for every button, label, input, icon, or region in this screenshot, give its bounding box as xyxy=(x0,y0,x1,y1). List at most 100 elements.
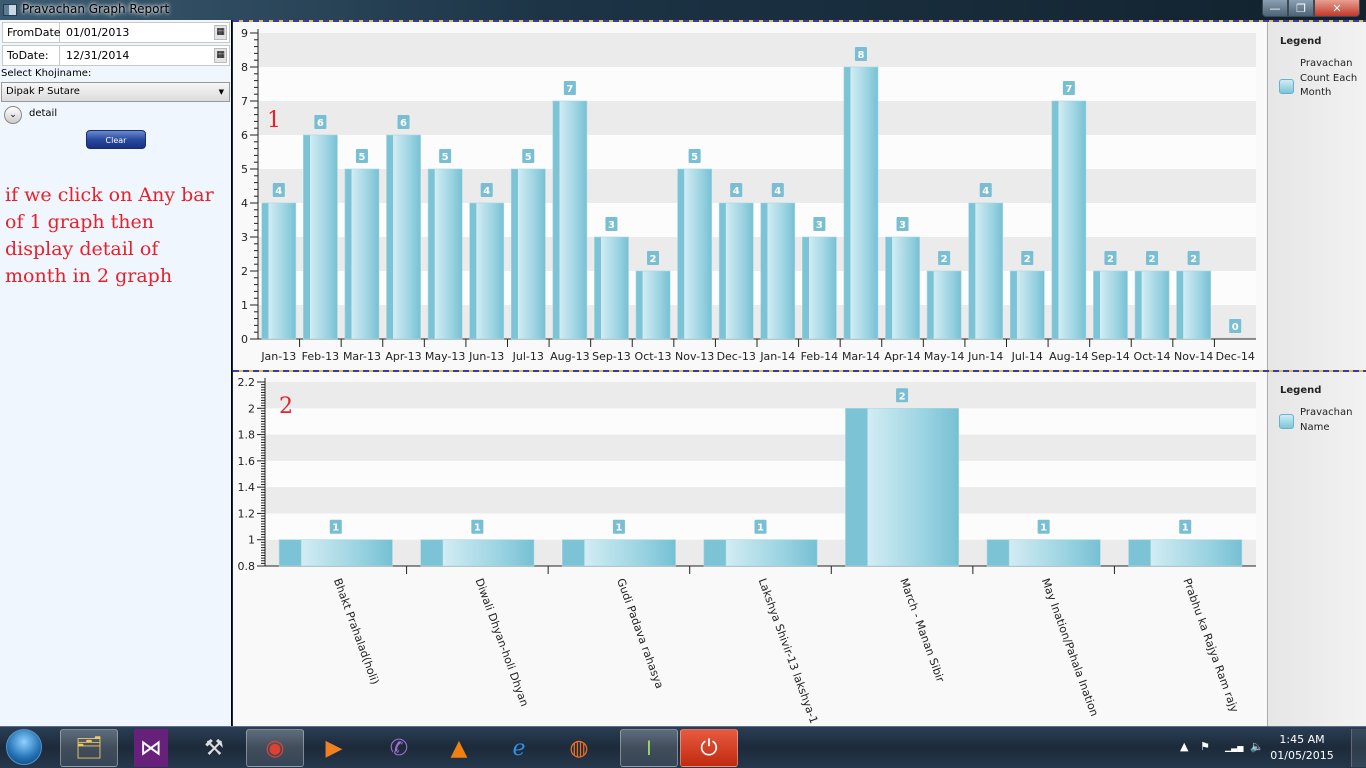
bar xyxy=(1009,270,1045,340)
taskbar-firefox-button[interactable]: ◍ xyxy=(550,729,608,767)
legend-label: Pravachan Count Each Month xyxy=(1300,58,1358,98)
taskbar-vlc-button[interactable]: ▲ xyxy=(430,729,488,767)
data-label: 1 xyxy=(615,523,622,534)
y-tick-label: 5 xyxy=(241,163,248,176)
chart2-marker: 2 xyxy=(279,394,293,419)
data-label: 2 xyxy=(1107,254,1114,265)
data-label: 5 xyxy=(442,152,449,163)
action-center-flag-icon[interactable]: ⚑ xyxy=(1200,740,1210,753)
data-label: 1 xyxy=(1182,523,1189,534)
to-date-field[interactable]: 12/31/2014 ▦ xyxy=(60,45,230,66)
x-tick-label: Bhakt Prahalad(holi) xyxy=(331,577,382,687)
from-date-value: 01/01/2013 xyxy=(66,26,130,39)
data-label: 0 xyxy=(1232,322,1239,333)
y-tick-label: 0.8 xyxy=(238,560,256,573)
bar xyxy=(469,202,505,340)
bar xyxy=(1176,270,1211,340)
network-signal-icon[interactable]: ▁▃▅ xyxy=(1225,743,1243,752)
data-label: 3 xyxy=(608,220,615,231)
khojiname-dropdown[interactable]: Dipak P Sutare ▼ xyxy=(1,82,230,102)
x-tick-label: Mar-14 xyxy=(842,350,880,363)
tray-expand-icon[interactable]: ▲ xyxy=(1180,740,1188,753)
clock-time: 1:45 AM xyxy=(1279,733,1325,746)
from-date-field[interactable]: 01/01/2013 ▦ xyxy=(60,22,230,43)
data-label: 4 xyxy=(275,186,282,197)
expand-chevron-icon[interactable]: ⌄ xyxy=(4,106,22,124)
bar xyxy=(760,202,796,340)
bar xyxy=(843,66,879,340)
taskbar-chrome-button[interactable]: ◉ xyxy=(246,729,304,767)
y-tick-label: 2.2 xyxy=(238,376,256,389)
bar xyxy=(1128,539,1243,567)
x-tick-label: Jan-13 xyxy=(260,350,296,363)
start-button[interactable] xyxy=(6,729,42,765)
grid-band xyxy=(258,33,1256,67)
window-titlebar: Pravachan Graph Report — ❐ ✕ xyxy=(0,0,1366,20)
app-icon xyxy=(3,4,17,16)
grid-band xyxy=(265,382,1256,409)
x-tick-label: Lakshya Shivir-13 lakshya-1 xyxy=(756,577,821,726)
x-tick-label: Gudi Padava rahasya xyxy=(614,577,666,691)
show-desktop-button[interactable] xyxy=(1351,729,1366,767)
taskbar-media-player-button[interactable]: ▶ xyxy=(305,729,363,767)
bar xyxy=(986,539,1101,567)
clear-button[interactable]: Clear xyxy=(86,130,146,149)
taskbar-visual-studio-button[interactable]: ⋈ xyxy=(134,729,168,767)
y-tick-label: 2 xyxy=(248,402,255,415)
data-label: 4 xyxy=(774,186,781,197)
grid-band xyxy=(265,460,1256,488)
data-label: 2 xyxy=(1149,254,1156,265)
legend-title: Legend xyxy=(1280,385,1322,396)
y-tick-label: 8 xyxy=(241,61,248,74)
x-tick-label: Dec-14 xyxy=(1216,350,1255,363)
data-label: 7 xyxy=(566,84,573,95)
y-tick-label: 1 xyxy=(248,534,255,547)
bar xyxy=(802,236,837,340)
data-label: 4 xyxy=(483,186,490,197)
calendar-icon[interactable]: ▦ xyxy=(214,48,227,63)
x-tick-label: Nov-14 xyxy=(1174,350,1213,363)
x-tick-label: Jul-13 xyxy=(512,350,544,363)
y-tick-label: 7 xyxy=(241,95,248,108)
data-label: 6 xyxy=(317,118,324,129)
y-tick-label: 3 xyxy=(241,231,248,244)
taskbar-tools-button[interactable]: ⚒ xyxy=(185,729,243,767)
bar xyxy=(1093,270,1128,340)
bar xyxy=(344,168,380,340)
detail-expander[interactable]: ⌄ detail xyxy=(4,106,57,124)
taskbar-app-toggle-button[interactable]: ⏽ xyxy=(620,729,678,767)
app-toggle-icon: ⏽ xyxy=(640,735,658,761)
to-date-row: ToDate: 12/31/2014 ▦ xyxy=(2,45,230,66)
grid-band xyxy=(258,67,1256,101)
x-tick-label: Feb-13 xyxy=(302,350,339,363)
x-tick-label: Jul-14 xyxy=(1011,350,1043,363)
bar xyxy=(1134,270,1170,340)
clock[interactable]: 1:45 AM 01/05/2015 xyxy=(1262,732,1342,764)
calendar-icon[interactable]: ▦ xyxy=(214,25,227,40)
y-tick-label: 2 xyxy=(241,265,248,278)
close-button[interactable]: ✕ xyxy=(1314,0,1360,17)
chart-area: 0 1 2 3 4 5 6 7 8 9 4 Jan-13 6 Feb-13 5 Mar-13 6 Apr-13 5 M… xyxy=(233,20,1366,726)
clock-date: 01/05/2015 xyxy=(1270,749,1334,762)
y-tick-label: 0 xyxy=(241,333,248,346)
minimize-button[interactable]: — xyxy=(1262,0,1288,17)
grid-band xyxy=(265,408,1256,435)
viber-icon: ✆ xyxy=(389,735,409,761)
bar xyxy=(420,539,535,567)
x-tick-label: May-13 xyxy=(425,350,466,363)
maximize-button[interactable]: ❐ xyxy=(1288,0,1314,17)
taskbar-power-app-button[interactable]: ⏻ xyxy=(680,729,738,767)
data-label: 5 xyxy=(358,152,365,163)
expander-label: detail xyxy=(29,107,58,119)
media-player-icon: ▶ xyxy=(325,735,343,761)
bar xyxy=(968,202,1004,340)
bar xyxy=(261,202,297,340)
x-tick-label: Mar-13 xyxy=(343,350,381,363)
taskbar-internet-explorer-button[interactable]: ℯ xyxy=(490,729,548,767)
visual-studio-icon: ⋈ xyxy=(140,735,162,761)
legend-label: Pravachan Name xyxy=(1300,407,1353,433)
taskbar-viber-button[interactable]: ✆ xyxy=(370,729,428,767)
x-tick-label: Apr-13 xyxy=(385,350,421,363)
monthly-count-chart: 0 1 2 3 4 5 6 7 8 9 4 Jan-13 6 Feb-13 5 Mar-13 6 Apr-13 5 M… xyxy=(241,27,1256,363)
taskbar-file-explorer-button[interactable]: 🗂 xyxy=(60,729,118,767)
